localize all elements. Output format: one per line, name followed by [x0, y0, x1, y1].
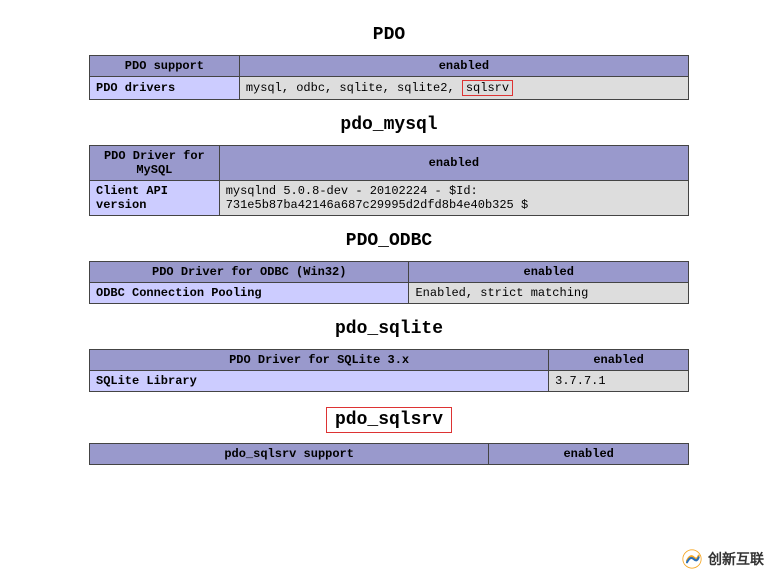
section-title-pdo-sqlite: pdo_sqlite	[20, 319, 758, 339]
pdo-odbc-header-driver: PDO Driver for ODBC (Win32)	[90, 262, 409, 283]
pdo-mysql-row-val: mysqlnd 5.0.8-dev - 20102224 - $Id: 731e…	[219, 181, 688, 216]
section-title-pdo-sqlsrv: pdo_sqlsrv	[20, 407, 758, 433]
pdo-sqlite-header-driver: PDO Driver for SQLite 3.x	[90, 350, 549, 371]
watermark-logo: 创新互联	[668, 543, 778, 575]
section-title-pdo-odbc: PDO_ODBC	[20, 231, 758, 251]
highlight-sqlsrv: sqlsrv	[462, 80, 513, 96]
pdo-header-support: PDO support	[90, 56, 240, 77]
pdo-odbc-row-key: ODBC Connection Pooling	[90, 283, 409, 304]
pdo-row-key: PDO drivers	[90, 77, 240, 100]
logo-icon	[682, 549, 702, 569]
pdo-sqlsrv-header-enabled: enabled	[489, 444, 689, 465]
pdo-sqlite-header-enabled: enabled	[549, 350, 689, 371]
pdo-table: PDO support enabled PDO drivers mysql, o…	[89, 55, 689, 100]
pdo-sqlite-table: PDO Driver for SQLite 3.x enabled SQLite…	[89, 349, 689, 392]
pdo-sqlsrv-header-support: pdo_sqlsrv support	[90, 444, 489, 465]
pdo-sqlite-row-key: SQLite Library	[90, 371, 549, 392]
pdo-mysql-header-driver: PDO Driver for MySQL	[90, 146, 220, 181]
highlight-title-pdo-sqlsrv: pdo_sqlsrv	[326, 407, 452, 433]
pdo-sqlite-row-val: 3.7.7.1	[549, 371, 689, 392]
logo-text: 创新互联	[708, 549, 764, 569]
pdo-odbc-header-enabled: enabled	[409, 262, 689, 283]
pdo-row-val: mysql, odbc, sqlite, sqlite2, sqlsrv	[239, 77, 688, 100]
pdo-odbc-table: PDO Driver for ODBC (Win32) enabled ODBC…	[89, 261, 689, 304]
pdo-mysql-header-enabled: enabled	[219, 146, 688, 181]
pdo-drivers-prefix: mysql, odbc, sqlite, sqlite2,	[246, 81, 462, 95]
section-title-pdo: PDO	[20, 25, 758, 45]
pdo-mysql-row-key: Client API version	[90, 181, 220, 216]
pdo-odbc-row-val: Enabled, strict matching	[409, 283, 689, 304]
section-title-pdo-mysql: pdo_mysql	[20, 115, 758, 135]
pdo-mysql-table: PDO Driver for MySQL enabled Client API …	[89, 145, 689, 216]
pdo-sqlsrv-table: pdo_sqlsrv support enabled	[89, 443, 689, 465]
pdo-header-enabled: enabled	[239, 56, 688, 77]
